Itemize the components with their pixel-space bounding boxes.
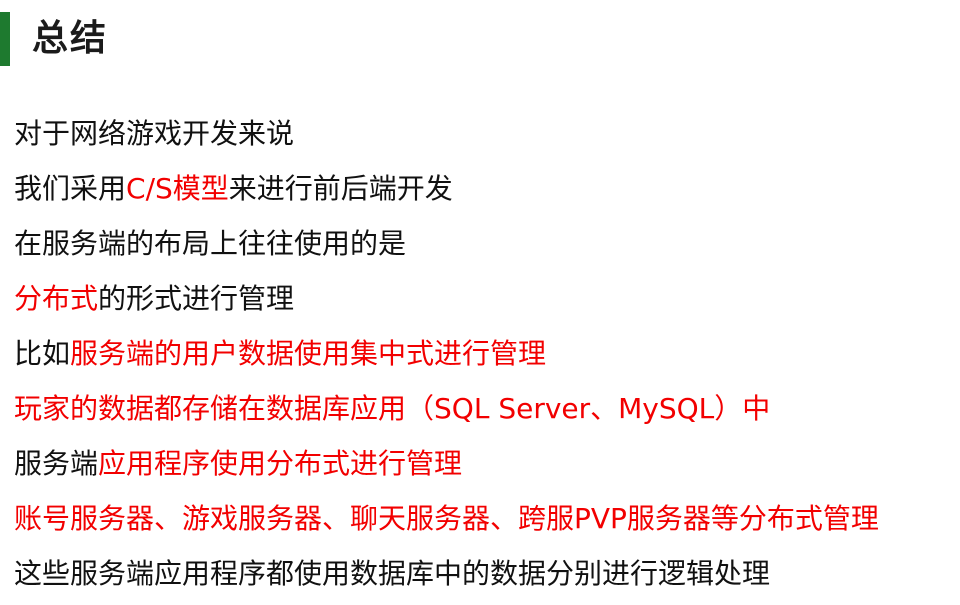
body-text: 这些服务端应用程序都使用数据库中的数据分别进行逻辑处理 (14, 557, 771, 590)
highlight-text: 玩家的数据都存储在数据库应用（SQL Server、MySQL）中 (14, 392, 771, 425)
body-text: 比如 (14, 337, 71, 370)
highlight-text: C/S模型 (126, 172, 229, 205)
summary-lines: 对于网络游戏开发来说 我们采用C/S模型来进行前后端开发 在服务端的布局上往往使用的… (14, 110, 960, 605)
body-text: 在服务端的布局上往往使用的是 (14, 227, 407, 260)
summary-line-6: 玩家的数据都存储在数据库应用（SQL Server、MySQL）中 (14, 385, 960, 440)
summary-line-7: 服务端应用程序使用分布式进行管理 (14, 440, 960, 495)
highlight-text: 应用程序使用分布式进行管理 (98, 447, 463, 480)
body-text: 对于网络游戏开发来说 (14, 117, 295, 150)
body-text: 我们采用 (14, 172, 127, 205)
title-accent-bar (0, 12, 10, 66)
summary-line-9: 这些服务端应用程序都使用数据库中的数据分别进行逻辑处理 (14, 550, 960, 605)
body-text: 来进行前后端开发 (228, 172, 453, 205)
summary-line-8: 账号服务器、游戏服务器、聊天服务器、跨服PVP服务器等分布式管理 (14, 495, 960, 550)
summary-line-2: 我们采用C/S模型来进行前后端开发 (14, 165, 960, 220)
body-text: 服务端 (14, 447, 99, 480)
title-block: 总结 (0, 10, 108, 68)
summary-line-3: 在服务端的布局上往往使用的是 (14, 220, 960, 275)
summary-line-4: 分布式的形式进行管理 (14, 275, 960, 330)
highlight-text: 分布式 (14, 282, 99, 315)
summary-line-1: 对于网络游戏开发来说 (14, 110, 960, 165)
summary-line-5: 比如服务端的用户数据使用集中式进行管理 (14, 330, 960, 385)
body-text: 的形式进行管理 (98, 282, 295, 315)
page-title: 总结 (32, 18, 109, 59)
highlight-text: 服务端的用户数据使用集中式进行管理 (70, 337, 547, 370)
highlight-text: 账号服务器、游戏服务器、聊天服务器、跨服PVP服务器等分布式管理 (14, 502, 879, 535)
